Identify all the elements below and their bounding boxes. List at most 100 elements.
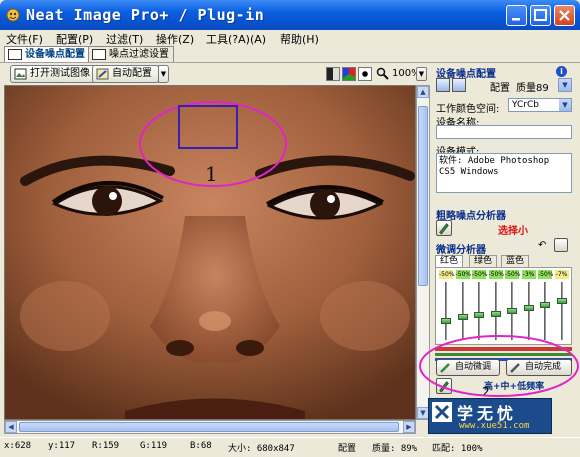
wand-icon (440, 363, 450, 373)
slider-value-8: -7% (554, 270, 569, 279)
workspace-label: 工作颜色空间: (436, 104, 500, 115)
slider-knob-5[interactable] (507, 308, 517, 314)
auto-profile-dropdown[interactable]: ▼ (158, 65, 169, 83)
slider-track-8[interactable] (560, 282, 563, 340)
close-icon (559, 10, 570, 21)
close-button[interactable] (554, 5, 575, 26)
image-preview[interactable]: 1 (4, 85, 416, 420)
workspace-select[interactable]: YCrCb ▼ (508, 98, 572, 112)
fine-analyzer-title: 微调分析器 (436, 245, 486, 256)
quality-label: 质量89 (516, 83, 549, 94)
status-b: B:68 (190, 441, 212, 451)
tab-device-profile[interactable]: 设备噪点配置 (4, 46, 90, 62)
slider-value-6: -3% (521, 270, 536, 279)
auto-complete-label: 自动完成 (525, 362, 562, 372)
open-profile-icon[interactable] (436, 78, 450, 92)
slider-value-5: -50% (505, 270, 521, 279)
device-name-field[interactable] (436, 125, 572, 139)
watermark-url: www.xue51.com (459, 421, 530, 431)
slider-value-7: -50% (538, 270, 554, 279)
image-vertical-scrollbar[interactable]: ▲ ▼ (416, 85, 430, 420)
slider-value-1: -50% (439, 270, 455, 279)
title-bar: Neat Image Pro+ / Plug-in (0, 0, 580, 30)
pencil-icon (439, 223, 449, 235)
open-test-image-label: 打开测试图像 (30, 68, 90, 79)
pick-area-button[interactable] (436, 220, 452, 236)
slider-knob-6[interactable] (523, 305, 534, 312)
slider-track-1[interactable] (445, 282, 447, 340)
status-r: R:159 (92, 441, 120, 451)
slider-track-7[interactable] (544, 282, 546, 340)
annotation-number-2: 2 (482, 385, 490, 399)
horizontal-scroll-thumb[interactable] (19, 422, 399, 432)
slider-knob-1[interactable] (441, 318, 451, 325)
fine-tune-sliders: -50% -50% -50% -50% -50% -3% -50% -7% (435, 267, 572, 345)
slider-track-3[interactable] (478, 282, 480, 340)
view-compare-icon[interactable] (326, 67, 340, 81)
zoom-dropdown[interactable]: ▼ (416, 67, 427, 81)
watermark-logo (432, 402, 452, 422)
slider-knob-8[interactable] (556, 297, 567, 304)
status-profile: 配置 (338, 444, 357, 454)
status-g: G:119 (140, 441, 168, 451)
slider-value-4: -50% (488, 270, 505, 279)
status-size: 大小: 680x847 (228, 444, 295, 454)
maximize-button[interactable] (530, 5, 551, 26)
watermark: 学无忧 www.xue51.com (428, 398, 552, 434)
open-image-icon (14, 68, 27, 80)
status-match: 匹配: 100% (432, 444, 483, 454)
workspace-value: YCrCb (512, 100, 539, 110)
filter-settings-icon (92, 49, 106, 60)
tab-green[interactable]: 绿色 (469, 255, 498, 267)
status-bar: x:628 y:117 R:159 G:119 B:68 大小: 680x847… (0, 437, 580, 457)
status-quality: 质量: 89% (372, 444, 418, 454)
auto-fine-tune-label: 自动微调 (455, 362, 492, 372)
tab-filter-settings[interactable]: 噪点过滤设置 (88, 46, 174, 62)
annotation-number-1: 1 (205, 162, 218, 186)
slider-knob-2[interactable] (457, 314, 468, 321)
auto-fine-tune-button[interactable]: 自动微调 (436, 359, 500, 376)
image-horizontal-scrollbar[interactable]: ◀ ▶ (4, 420, 416, 434)
slider-knob-7[interactable] (540, 301, 550, 308)
open-test-image-button[interactable]: 打开测试图像 (10, 65, 97, 83)
trash-icon[interactable] (554, 238, 568, 252)
window-title: Neat Image Pro+ / Plug-in (26, 6, 265, 24)
auto-complete-icon (510, 363, 520, 373)
app-icon (6, 8, 20, 22)
minimize-button[interactable] (506, 5, 527, 26)
undo-icon[interactable]: ↶ (538, 240, 546, 251)
tab-blue[interactable]: 蓝色 (501, 255, 530, 267)
right-panel: 设备噪点配置 i 配置 质量89 ▼ 工作颜色空间: YCrCb ▼ 设备名称:… (419, 63, 580, 435)
slider-knob-3[interactable] (474, 312, 484, 319)
zoom-icon[interactable] (376, 67, 389, 80)
save-profile-icon[interactable] (452, 78, 466, 92)
color-channels-icon[interactable] (342, 67, 356, 81)
face-photo: 1 (5, 86, 415, 419)
slider-value-2: -50% (455, 270, 472, 279)
auto-profile-label: 自动配置 (112, 68, 152, 79)
slider-knob-4[interactable] (490, 310, 501, 317)
chevron-down-icon: ▼ (559, 99, 571, 111)
auto-profile-button[interactable]: 自动配置 (92, 65, 159, 83)
device-mode-field[interactable]: 软件: Adobe Photoshop CS5 Windows (436, 153, 572, 193)
profile-dropdown[interactable]: ▼ (558, 78, 572, 92)
scroll-up-icon[interactable]: ▲ (417, 86, 429, 98)
info-icon[interactable]: i (556, 66, 567, 77)
tab-filter-settings-label: 噪点过滤设置 (109, 49, 169, 60)
maximize-icon (534, 9, 547, 21)
tab-red[interactable]: 红色 (435, 255, 464, 267)
image-toolbar: 打开测试图像 自动配置 ▼ 100% ▼ (0, 63, 430, 85)
scroll-right-icon[interactable]: ▶ (403, 421, 415, 433)
pen-icon (439, 381, 449, 393)
slider-track-2[interactable] (461, 282, 464, 340)
channel-tabs: 红色 绿色 蓝色 (435, 255, 572, 267)
rough-analyzer-status: 选择小 (498, 226, 528, 237)
tab-device-profile-label: 设备噪点配置 (25, 49, 85, 60)
scroll-left-icon[interactable]: ◀ (5, 421, 17, 433)
minimize-icon (512, 18, 520, 21)
auto-complete-button[interactable]: 自动完成 (506, 359, 572, 376)
vertical-scroll-thumb[interactable] (418, 106, 428, 286)
preview-icon[interactable] (358, 67, 372, 81)
frequency-button[interactable] (436, 378, 452, 394)
menu-bar: 文件(F) 配置(P) 过滤(T) 操作(Z) 工具(?A)(A) 帮助(H) (0, 30, 580, 46)
